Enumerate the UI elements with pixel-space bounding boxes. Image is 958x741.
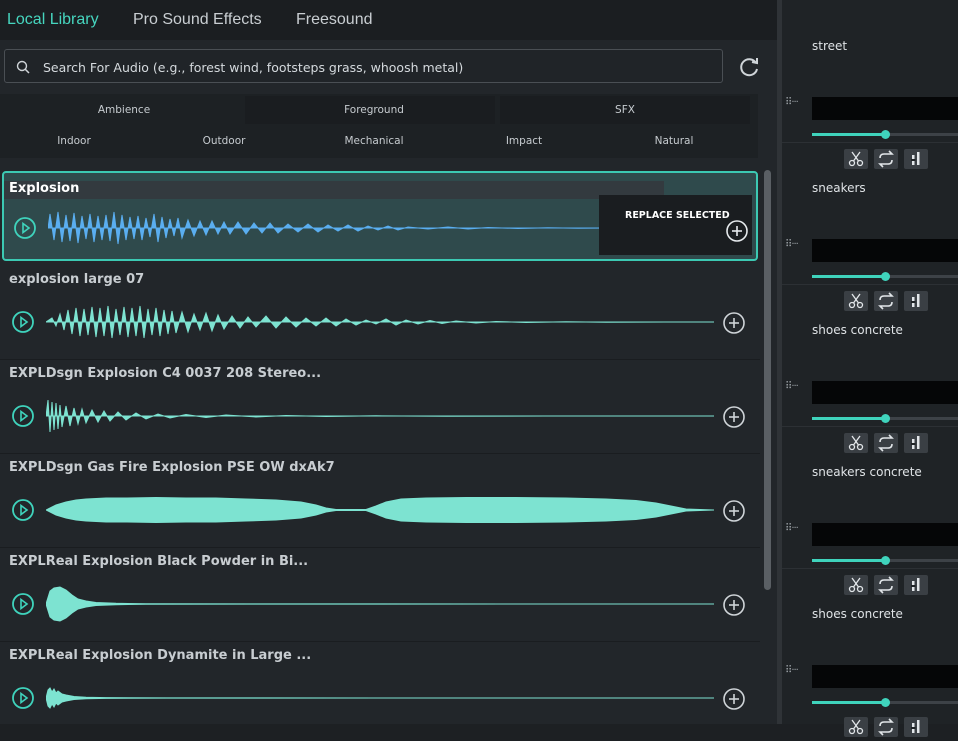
waveform[interactable] <box>46 394 714 438</box>
category-impact[interactable]: Impact <box>506 135 542 147</box>
loop-icon[interactable] <box>874 717 898 737</box>
track-name: sneakers <box>812 181 866 195</box>
track-name: street <box>812 39 848 53</box>
drag-handle-icon[interactable]: ⠿··· <box>785 665 799 676</box>
category-sfx[interactable]: SFX <box>615 104 635 116</box>
category-ambience[interactable]: Ambience <box>98 104 150 116</box>
category-natural[interactable]: Natural <box>655 135 694 147</box>
result-title: EXPLDsgn Gas Fire Explosion PSE OW dxAk7 <box>9 460 335 475</box>
add-icon[interactable] <box>722 311 746 339</box>
results-scrollbar[interactable] <box>764 170 771 590</box>
track-clip[interactable] <box>812 665 958 688</box>
drag-handle-icon[interactable]: ⠿··· <box>785 381 799 392</box>
waveform[interactable] <box>46 300 714 344</box>
category-foreground[interactable]: Foreground <box>344 104 404 116</box>
drag-handle-icon[interactable]: ⠿··· <box>785 239 799 250</box>
track: shoes concrete ⠿··· <box>782 568 958 737</box>
track-clip[interactable] <box>812 523 958 546</box>
search-input[interactable] <box>41 50 715 84</box>
library-panel: Local Library Pro Sound Effects Freesoun… <box>0 0 777 724</box>
result-title: EXPLDsgn Explosion C4 0037 208 Stereo... <box>9 366 322 381</box>
play-icon[interactable] <box>11 592 35 620</box>
replace-selected-label: REPLACE SELECTED <box>625 210 730 221</box>
search-icon <box>16 59 30 78</box>
play-icon[interactable] <box>11 310 35 338</box>
track-clip[interactable] <box>812 97 958 120</box>
track-name: shoes concrete <box>812 607 903 621</box>
track: street ⠿··· <box>782 0 958 169</box>
play-icon[interactable] <box>11 498 35 526</box>
category-filters: Ambience Foreground SFX Indoor Outdoor M… <box>0 94 758 158</box>
track-clip[interactable] <box>812 239 958 262</box>
result-row[interactable]: explosion large 07 <box>0 265 760 360</box>
tab-freesound[interactable]: Freesound <box>296 11 373 29</box>
waveform[interactable] <box>46 676 714 720</box>
result-title: EXPLReal Explosion Dynamite in Large ... <box>9 648 312 663</box>
results-list: Explosion REPLACE SELECTED explosion lar… <box>0 168 760 724</box>
category-indoor[interactable]: Indoor <box>57 135 91 147</box>
waveform[interactable] <box>46 582 714 626</box>
drag-handle-icon[interactable]: ⠿··· <box>785 523 799 534</box>
play-icon[interactable] <box>11 404 35 432</box>
add-icon[interactable] <box>725 219 749 246</box>
track: sneakers ⠿··· <box>782 142 958 311</box>
tab-pro-sound-effects[interactable]: Pro Sound Effects <box>133 11 262 29</box>
result-row[interactable]: EXPLDsgn Gas Fire Explosion PSE OW dxAk7 <box>0 453 760 548</box>
volume-slider[interactable] <box>812 272 958 281</box>
tracks-panel: street ⠿··· sneakers ⠿··· shoes concrete… <box>782 0 958 737</box>
category-outdoor[interactable]: Outdoor <box>203 135 246 147</box>
volume-slider[interactable] <box>812 698 958 707</box>
result-row[interactable]: EXPLDsgn Explosion C4 0037 208 Stereo... <box>0 359 760 454</box>
tab-local-library[interactable]: Local Library <box>7 11 99 29</box>
category-mechanical[interactable]: Mechanical <box>344 135 403 147</box>
track-clip[interactable] <box>812 381 958 404</box>
track-name: shoes concrete <box>812 323 903 337</box>
result-title: Explosion <box>9 181 80 196</box>
play-icon[interactable] <box>11 686 35 714</box>
levels-icon[interactable] <box>904 717 928 737</box>
volume-slider[interactable] <box>812 414 958 423</box>
track: sneakers concrete ⠿··· <box>782 426 958 595</box>
result-title: EXPLReal Explosion Black Powder in Bi... <box>9 554 309 569</box>
add-icon[interactable] <box>722 405 746 433</box>
drag-handle-icon[interactable]: ⠿··· <box>785 97 799 108</box>
waveform[interactable] <box>48 206 608 250</box>
result-row[interactable]: EXPLReal Explosion Dynamite in Large ... <box>0 641 760 724</box>
add-icon[interactable] <box>722 687 746 715</box>
add-icon[interactable] <box>722 593 746 621</box>
result-row[interactable]: Explosion REPLACE SELECTED <box>2 171 758 261</box>
replace-selected-button[interactable]: REPLACE SELECTED <box>599 195 752 255</box>
refresh-icon[interactable] <box>736 54 762 80</box>
source-tabs: Local Library Pro Sound Effects Freesoun… <box>0 0 777 40</box>
add-icon[interactable] <box>722 499 746 527</box>
volume-slider[interactable] <box>812 556 958 565</box>
search-box <box>4 49 723 84</box>
track: shoes concrete ⠿··· <box>782 284 958 453</box>
result-title: explosion large 07 <box>9 272 145 287</box>
waveform[interactable] <box>46 488 714 532</box>
play-icon[interactable] <box>13 216 37 244</box>
result-row[interactable]: EXPLReal Explosion Black Powder in Bi... <box>0 547 760 642</box>
scissors-icon[interactable] <box>844 717 868 737</box>
track-name: sneakers concrete <box>812 465 922 479</box>
volume-slider[interactable] <box>812 130 958 139</box>
